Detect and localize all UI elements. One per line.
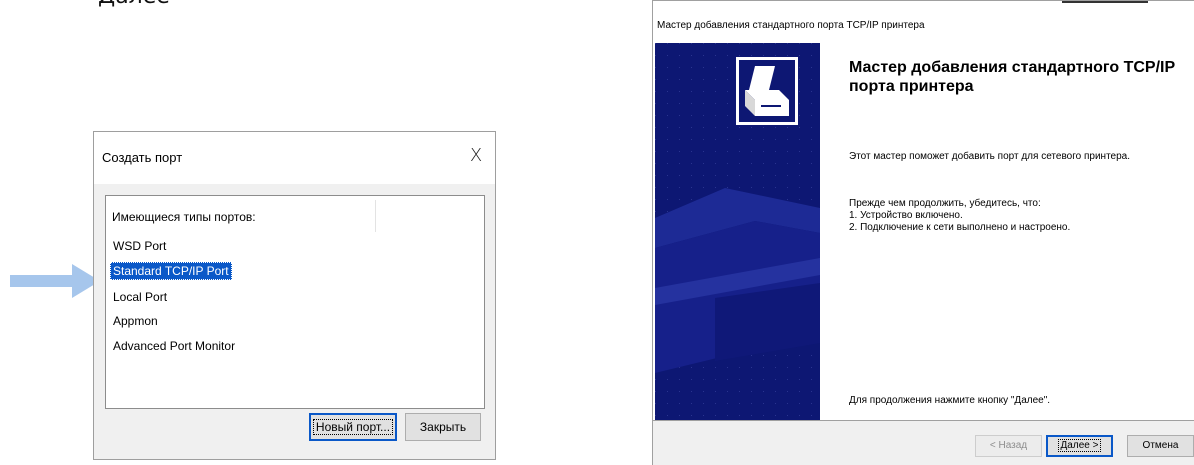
back-button[interactable]: < Назад xyxy=(975,435,1042,457)
printer-icon xyxy=(745,66,789,116)
wizard-checklist-item: 1. Устройство включено. xyxy=(849,210,963,221)
dialog-title-bar: Создать порт X xyxy=(94,132,495,184)
new-port-button-label: Новый порт... xyxy=(312,419,394,435)
wizard-window-title: Мастер добавления стандартного порта TCP… xyxy=(657,20,925,31)
close-icon[interactable]: X xyxy=(465,145,487,167)
create-port-dialog: Создать порт X Имеющиеся типы портов: WS… xyxy=(93,131,496,460)
list-item-appmon[interactable]: Appmon xyxy=(110,312,161,330)
wizard-title-bar: Мастер добавления стандартного порта TCP… xyxy=(653,1,1194,43)
pointer-arrow-icon xyxy=(10,264,100,298)
wizard-heading: Мастер добавления стандартного TCP/IP по… xyxy=(849,59,1175,95)
wizard-checklist-intro: Прежде чем продолжить, убедитесь, что: xyxy=(849,198,1041,209)
close-button[interactable]: Закрыть xyxy=(405,413,481,441)
background-next-label: Далее xyxy=(98,0,170,9)
list-item-advanced-port-monitor[interactable]: Advanced Port Monitor xyxy=(110,337,238,355)
dialog-title: Создать порт xyxy=(102,150,183,165)
title-bar-edge xyxy=(1062,1,1148,3)
next-button-label: Далее > xyxy=(1057,439,1102,452)
list-item-local-port[interactable]: Local Port xyxy=(110,288,170,306)
wizard-printer-logo xyxy=(736,57,798,125)
wizard-continue-hint: Для продолжения нажмите кнопку "Далее". xyxy=(849,395,1051,406)
wizard-checklist-item: 2. Подключение к сети выполнено и настро… xyxy=(849,222,1071,233)
tcpip-port-wizard: Мастер добавления стандартного порта TCP… xyxy=(652,0,1194,465)
next-button[interactable]: Далее > xyxy=(1046,435,1113,457)
list-header: Имеющиеся типы портов: xyxy=(112,210,256,224)
wizard-footer: < Назад Далее > Отмена xyxy=(653,421,1194,465)
list-item-standard-tcpip-port[interactable]: Standard TCP/IP Port xyxy=(110,262,232,280)
port-types-list[interactable]: Имеющиеся типы портов: WSD Port Standard… xyxy=(105,195,485,409)
wizard-intro-text: Этот мастер поможет добавить порт для се… xyxy=(849,151,1131,162)
wizard-banner xyxy=(655,43,820,420)
column-divider xyxy=(375,200,376,232)
new-port-button[interactable]: Новый порт... xyxy=(309,413,397,441)
cancel-button[interactable]: Отмена xyxy=(1127,435,1194,457)
list-item-wsd-port[interactable]: WSD Port xyxy=(110,237,169,255)
